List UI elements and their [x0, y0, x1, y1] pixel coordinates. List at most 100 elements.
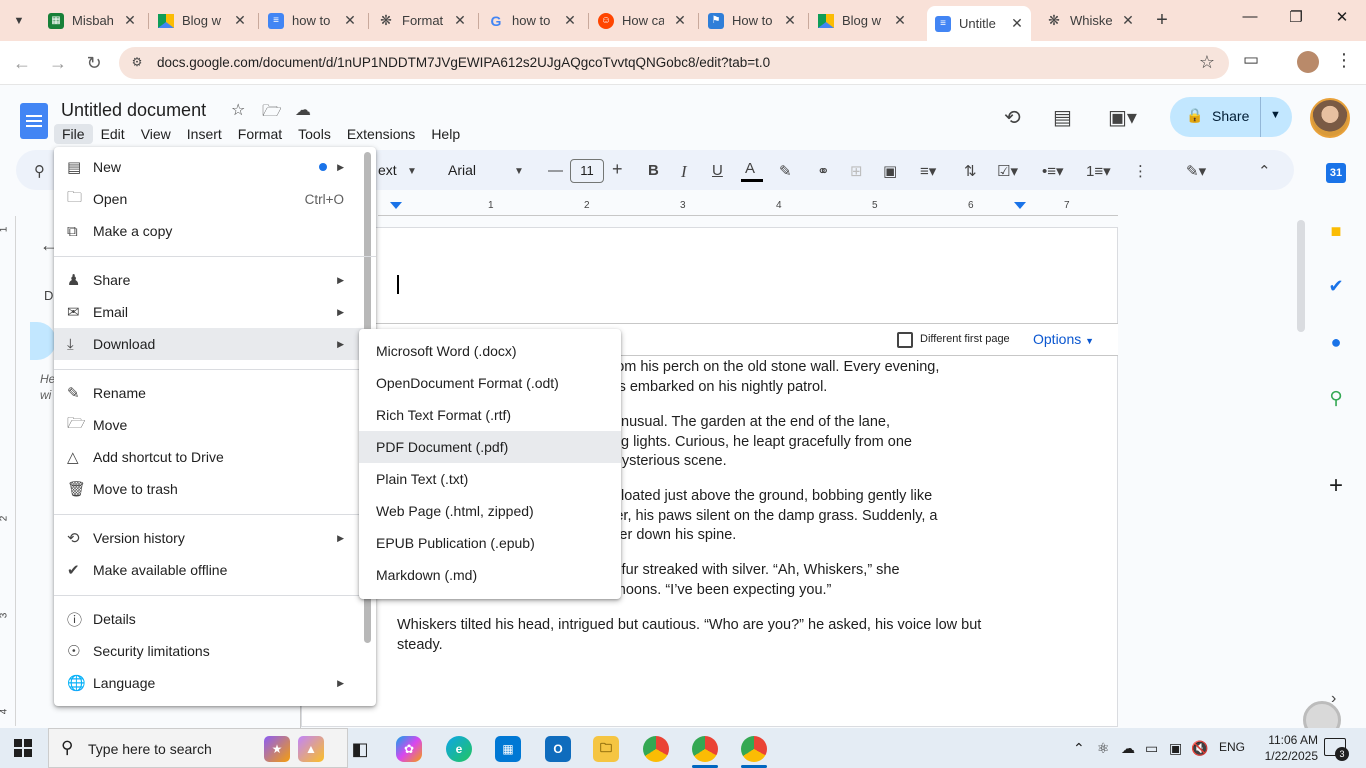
- restore-icon[interactable]: ❐: [1281, 8, 1311, 26]
- document-tab[interactable]: [30, 322, 56, 360]
- file-menu-download[interactable]: ⤓ Download ▶: [54, 328, 364, 360]
- file-menu-share[interactable]: ♟ Share ▶: [54, 264, 364, 296]
- line-spacing-icon[interactable]: ⇅: [964, 162, 977, 180]
- camera-icon[interactable]: ▣: [1169, 740, 1182, 757]
- menu-edit[interactable]: Edit: [93, 124, 133, 144]
- file-menu-version-history[interactable]: ⟲ Version history ▶: [54, 522, 364, 554]
- new-tab-icon[interactable]: +: [1151, 9, 1173, 32]
- file-menu-make-copy[interactable]: ⧉ Make a copy: [54, 215, 364, 247]
- browser-tab[interactable]: Blog w ✕: [810, 6, 908, 35]
- paragraph-style-select[interactable]: ext: [378, 162, 397, 178]
- menu-format[interactable]: Format: [230, 124, 290, 144]
- file-menu-rename[interactable]: ✎ Rename: [54, 377, 364, 409]
- browser-tab[interactable]: ❋ Whiske ✕: [1038, 6, 1136, 35]
- italic-icon[interactable]: I: [681, 162, 687, 182]
- file-menu-security[interactable]: ☉ Security limitations: [54, 635, 364, 667]
- back-icon[interactable]: ←: [10, 51, 34, 75]
- copilot-icon[interactable]: ✿: [396, 736, 422, 762]
- download-md[interactable]: Markdown (.md): [359, 559, 621, 591]
- comments-icon[interactable]: ▤: [1053, 105, 1072, 130]
- file-menu-move[interactable]: 🗁 Move: [54, 409, 364, 441]
- menu-tools[interactable]: Tools: [290, 124, 339, 144]
- move-folder-icon[interactable]: 🗁: [262, 100, 282, 127]
- close-tab-icon[interactable]: ✕: [232, 12, 248, 29]
- file-menu-add-shortcut[interactable]: △ Add shortcut to Drive: [54, 441, 364, 473]
- file-menu-language[interactable]: 🌐 Language ▶: [54, 667, 364, 699]
- share-button[interactable]: 🔒 Share ▼: [1170, 97, 1292, 137]
- bookmark-star-icon[interactable]: ☆: [1199, 52, 1215, 73]
- close-tab-icon[interactable]: ✕: [562, 12, 578, 29]
- checklist-icon[interactable]: ☑▾: [997, 162, 1018, 180]
- document-scrollbar[interactable]: [1297, 220, 1305, 332]
- menu-view[interactable]: View: [133, 124, 179, 144]
- chevron-down-icon[interactable]: ▼: [514, 166, 524, 177]
- file-menu-trash[interactable]: 🗑 Move to trash: [54, 473, 364, 505]
- browser-tab[interactable]: ▦ Misbah ✕: [40, 6, 138, 35]
- language-indicator[interactable]: ENG: [1219, 740, 1245, 754]
- browser-tab[interactable]: ⚑ How to ✕: [700, 6, 798, 35]
- network-icon[interactable]: ⚛: [1097, 740, 1110, 757]
- insert-image-icon[interactable]: ▣: [883, 162, 897, 180]
- chrome-icon[interactable]: [643, 736, 669, 762]
- browser-tab[interactable]: ❋ Format ✕: [370, 6, 468, 35]
- file-menu-new[interactable]: ▤ New ▶: [54, 151, 364, 183]
- task-view-icon[interactable]: ◧: [347, 736, 373, 762]
- tab-search-chevron-icon[interactable]: ▼: [8, 10, 30, 32]
- chrome-profile-icon[interactable]: [692, 736, 718, 762]
- close-tab-icon[interactable]: ✕: [672, 12, 688, 29]
- file-menu-offline[interactable]: ✔ Make available offline: [54, 554, 364, 586]
- font-size-input[interactable]: 11: [570, 159, 604, 183]
- link-icon[interactable]: ⚭: [817, 162, 830, 180]
- account-avatar[interactable]: [1310, 98, 1350, 138]
- show-hidden-icons-chevron-icon[interactable]: ⌃: [1073, 740, 1085, 757]
- browser-menu-icon[interactable]: ⋮: [1335, 50, 1353, 71]
- font-select[interactable]: Arial: [448, 162, 476, 178]
- horizontal-ruler[interactable]: 1 2 3 4 5 6 7: [378, 200, 1118, 216]
- close-tab-icon[interactable]: ✕: [892, 12, 908, 29]
- align-left-icon[interactable]: ≡▾: [920, 162, 936, 180]
- download-rtf[interactable]: Rich Text Format (.rtf): [359, 399, 621, 431]
- close-window-icon[interactable]: ✕: [1327, 8, 1357, 26]
- windows-start-icon[interactable]: [14, 739, 32, 757]
- increase-font-size-icon[interactable]: +: [612, 159, 623, 180]
- text-color-icon[interactable]: A: [745, 160, 755, 177]
- browser-tab[interactable]: ≡ how to ✕: [260, 6, 358, 35]
- browser-tab-active[interactable]: ≡ Untitle ✕: [927, 6, 1031, 41]
- file-menu-open[interactable]: 🗀 Open Ctrl+O: [54, 183, 364, 215]
- document-title[interactable]: Untitled document: [61, 100, 206, 121]
- download-pdf[interactable]: PDF Document (.pdf): [359, 431, 621, 463]
- file-menu-email[interactable]: ✉ Email ▶: [54, 296, 364, 328]
- maps-icon[interactable]: ⚲: [1326, 388, 1346, 408]
- bold-icon[interactable]: B: [648, 162, 659, 179]
- site-info-icon[interactable]: ⚙: [129, 55, 145, 71]
- file-menu-details[interactable]: ⓘ Details: [54, 603, 364, 635]
- meet-icon[interactable]: ▣▾: [1108, 105, 1137, 130]
- decrease-font-size-icon[interactable]: —: [548, 162, 563, 179]
- minimize-icon[interactable]: —: [1235, 8, 1265, 25]
- add-comment-icon[interactable]: ⊞: [850, 162, 863, 180]
- close-tab-icon[interactable]: ✕: [782, 12, 798, 29]
- document-paragraph[interactable]: Whiskers tilted his head, intrigued but …: [397, 616, 1037, 655]
- contacts-icon[interactable]: ●: [1326, 332, 1346, 352]
- search-menus-icon[interactable]: ⚲: [34, 162, 45, 180]
- docs-logo-icon[interactable]: [20, 103, 48, 139]
- profile-avatar[interactable]: [1297, 51, 1319, 73]
- download-epub[interactable]: EPUB Publication (.epub): [359, 527, 621, 559]
- menu-help[interactable]: Help: [423, 124, 468, 144]
- download-html[interactable]: Web Page (.html, zipped): [359, 495, 621, 527]
- chevron-down-icon[interactable]: ▼: [1270, 109, 1281, 121]
- download-txt[interactable]: Plain Text (.txt): [359, 463, 621, 495]
- store-icon[interactable]: ▦: [495, 736, 521, 762]
- chevron-down-icon[interactable]: ▼: [407, 166, 417, 177]
- taskbar-clock[interactable]: 11:06 AM 1/22/2025: [1256, 732, 1318, 764]
- close-tab-icon[interactable]: ✕: [1120, 12, 1136, 29]
- bulleted-list-icon[interactable]: •≡▾: [1042, 162, 1064, 180]
- close-tab-icon[interactable]: ✕: [122, 12, 138, 29]
- browser-tab[interactable]: Blog w ✕: [150, 6, 248, 35]
- download-odt[interactable]: OpenDocument Format (.odt): [359, 367, 621, 399]
- different-first-page-checkbox[interactable]: [897, 332, 913, 348]
- download-docx[interactable]: Microsoft Word (.docx): [359, 335, 621, 367]
- outlook-icon[interactable]: O: [545, 736, 571, 762]
- left-indent-marker[interactable]: [390, 202, 402, 209]
- underline-icon[interactable]: U: [712, 162, 723, 179]
